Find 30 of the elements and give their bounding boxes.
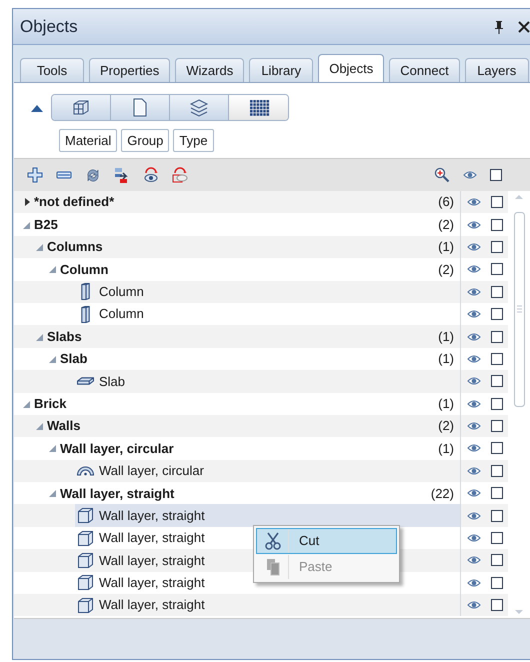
item-count: (1) <box>438 394 454 413</box>
group-label: Walls <box>47 417 80 436</box>
group-label: Columns <box>47 238 103 256</box>
group-label: Column <box>60 260 108 279</box>
item-count: (22) <box>430 484 454 503</box>
item-count: (1) <box>438 440 454 458</box>
group-label: Slabs <box>47 328 82 346</box>
window-title: Objects <box>20 16 79 38</box>
item-count: (2) <box>438 216 454 234</box>
item-count: (2) <box>438 417 454 436</box>
object-label: Wall layer, straight <box>99 574 205 592</box>
group-label: Wall layer, circular <box>60 440 174 458</box>
item-count: (2) <box>438 260 454 279</box>
item-count: (1) <box>438 238 454 256</box>
object-label: Slab <box>99 372 126 391</box>
group-label: Brick <box>34 394 67 413</box>
object-label: Wall layer, straight <box>99 552 205 570</box>
item-count: (1) <box>438 328 454 346</box>
object-label: Wall layer, straight <box>99 596 205 614</box>
item-count: (1) <box>438 350 454 368</box>
object-label: Wall layer, circular <box>99 462 204 480</box>
group-label: *not defined* <box>34 193 114 212</box>
object-label: Column <box>99 283 144 301</box>
object-label: Wall layer, straight <box>99 506 205 525</box>
object-label: Column <box>99 305 144 324</box>
group-label: Wall layer, straight <box>60 484 174 503</box>
item-count: (6) <box>438 193 454 212</box>
object-label: Wall layer, straight <box>99 529 205 548</box>
group-label: B25 <box>34 216 58 234</box>
group-label: Slab <box>60 350 88 368</box>
